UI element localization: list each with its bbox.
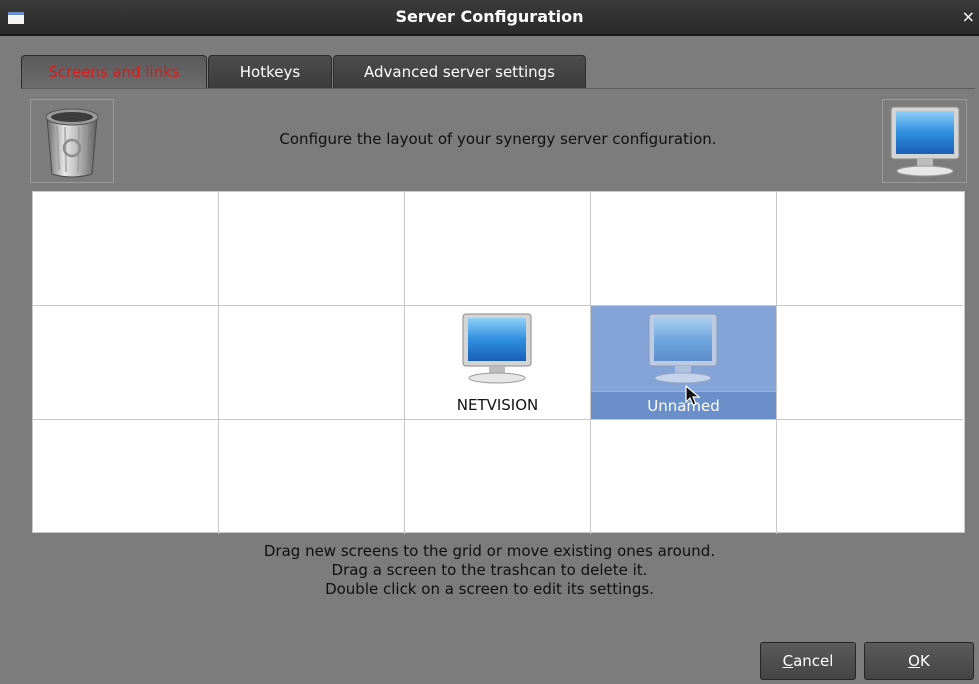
grid-cell[interactable] <box>33 420 219 534</box>
grid-cell[interactable] <box>777 192 963 306</box>
trashcan-icon <box>45 108 99 178</box>
grid-cell[interactable] <box>777 306 963 420</box>
grid-cell[interactable] <box>33 306 219 420</box>
close-icon[interactable]: × <box>962 7 975 27</box>
trashcan[interactable] <box>30 99 114 183</box>
help-line-3: Double click on a screen to edit its set… <box>325 580 654 598</box>
grid-cell[interactable] <box>777 420 963 534</box>
mouse-pointer-icon <box>685 385 701 406</box>
tab-screens-and-links[interactable]: Screens and links <box>21 55 207 89</box>
screen-name: NETVISION <box>456 396 539 414</box>
tab-advanced-server-settings[interactable]: Advanced server settings <box>333 55 586 89</box>
monitor-icon <box>648 313 718 384</box>
new-screen-source[interactable] <box>882 99 967 183</box>
window-title: Server Configuration <box>395 7 584 26</box>
grid-cell[interactable] <box>219 192 405 306</box>
grid-cell[interactable] <box>405 420 591 534</box>
grid-cell[interactable] <box>219 306 405 420</box>
screen-layout-grid[interactable]: NETVISION Unnamed <box>32 191 965 534</box>
title-bar[interactable]: Server Configuration × <box>0 0 979 36</box>
help-line-2: Drag a screen to the trashcan to delete … <box>331 561 648 579</box>
ok-mnemonic: O <box>908 652 920 670</box>
ok-button[interactable]: OK <box>864 642 974 680</box>
cancel-mnemonic: C <box>782 652 794 670</box>
ok-label: K <box>919 652 930 670</box>
cancel-button[interactable]: Cancel <box>760 642 856 680</box>
grid-cell[interactable] <box>591 192 777 306</box>
grid-cell[interactable] <box>405 192 591 306</box>
help-line-1: Drag new screens to the grid or move exi… <box>263 542 716 560</box>
tab-hotkeys[interactable]: Hotkeys <box>208 55 332 89</box>
grid-cell[interactable] <box>33 192 219 306</box>
grid-cell[interactable] <box>591 420 777 534</box>
grid-cell[interactable] <box>219 420 405 534</box>
server-configuration-window: Server Configuration × Screens and links… <box>0 0 979 684</box>
screen-netvision[interactable]: NETVISION <box>405 306 591 420</box>
header-description: Configure the layout of your synergy ser… <box>279 130 717 148</box>
cancel-label: ancel <box>793 652 834 670</box>
help-text: Drag new screens to the grid or move exi… <box>0 542 979 599</box>
monitor-icon <box>890 106 960 177</box>
monitor-icon <box>462 313 532 384</box>
